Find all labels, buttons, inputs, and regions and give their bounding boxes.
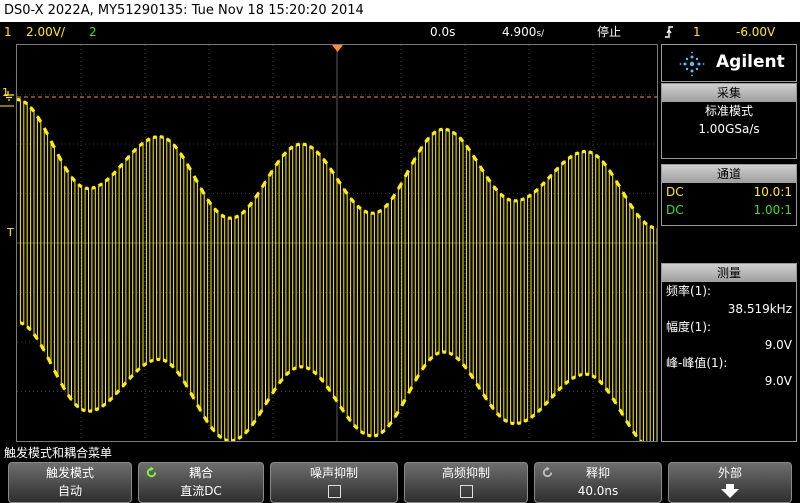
channels-header: 通道 <box>662 165 796 183</box>
brand-name: Agilent <box>716 52 785 72</box>
external-softkey[interactable]: 外部 <box>668 462 792 503</box>
time-scale-value: 4.900 <box>502 25 537 39</box>
hf-reject-label: 高频抑制 <box>441 466 490 480</box>
trigger-mode-value: 自动 <box>57 484 82 498</box>
waveform-canvas <box>17 45 657 441</box>
hf-reject-softkey[interactable]: 高频抑制 <box>404 462 528 503</box>
trigger-edge-icon <box>664 22 674 45</box>
rotate-knob-icon <box>542 466 553 478</box>
ch1-coupling: DC <box>666 185 684 199</box>
title-text: DS0-X 2022A, MY51290135: Tue Nov 18 15:2… <box>4 3 364 18</box>
ch2-number[interactable]: 2 <box>89 22 97 42</box>
amp-value: 9.0V <box>764 338 792 352</box>
trigger-channel: 1 <box>693 25 701 39</box>
ch1-scale[interactable]: 2.00V/ <box>26 22 65 42</box>
brand-box: Agilent <box>661 44 797 82</box>
pkpk-label: 峰-峰值(1): <box>666 356 728 370</box>
measure-box[interactable]: 测量 频率(1): 38.519kHz 幅度(1): 9.0V 峰-峰值(1):… <box>661 263 797 442</box>
time-delay[interactable]: 0.0s <box>430 22 455 42</box>
sample-rate: 1.00GSa/s <box>698 122 760 136</box>
title-bar: DS0-X 2022A, MY51290135: Tue Nov 18 15:2… <box>0 0 800 22</box>
pkpk-value: 9.0V <box>764 374 792 388</box>
coupling-softkey[interactable]: 耦合 直流DC <box>138 462 264 503</box>
ch2-channel-row: DC 1.00:1 <box>662 201 796 219</box>
run-state[interactable]: 停止 <box>597 22 621 42</box>
trigger-level[interactable]: -6.00V <box>736 22 775 42</box>
coupling-value: 直流DC <box>180 484 222 498</box>
rotate-knob-icon <box>146 466 157 478</box>
acquire-header: 采集 <box>662 84 796 102</box>
arrow-down-icon <box>721 484 739 498</box>
hf-reject-checkbox[interactable] <box>459 485 473 498</box>
channels-box[interactable]: 通道 DC 10.0:1 DC 1.00:1 <box>661 164 797 226</box>
acquire-mode: 标准模式 <box>704 104 753 118</box>
time-scale[interactable]: 4.900s/ <box>502 22 544 44</box>
ch1-channel-row: DC 10.0:1 <box>662 183 796 201</box>
ch2-coupling: DC <box>666 203 684 217</box>
holdoff-value: 40.0ns <box>577 484 619 498</box>
external-label: 外部 <box>717 466 742 480</box>
holdoff-softkey[interactable]: 释抑 40.0ns <box>534 462 662 503</box>
trigger-level-marker[interactable]: T <box>7 226 14 239</box>
measure-header: 测量 <box>662 264 796 282</box>
noise-reject-checkbox[interactable] <box>327 485 341 498</box>
time-scale-unit: s/ <box>536 29 545 39</box>
agilent-spark-icon <box>679 51 705 77</box>
amp-label: 幅度(1): <box>666 320 712 334</box>
status-bar: 1 2.00V/ 2 0.0s 4.900s/ 停止 1 -6.00V <box>0 22 800 42</box>
noise-reject-softkey[interactable]: 噪声抑制 <box>270 462 398 503</box>
ch1-number[interactable]: 1 <box>4 22 12 42</box>
waveform-display[interactable] <box>16 44 658 442</box>
acquire-box[interactable]: 采集 标准模式 1.00GSa/s <box>661 83 797 159</box>
softkey-menu-title: 触发模式和耦合菜单 <box>4 446 113 460</box>
freq-label: 频率(1): <box>666 284 712 298</box>
trigger-mode-softkey[interactable]: 触发模式 自动 <box>8 462 132 503</box>
trigger-position-marker[interactable] <box>332 45 343 52</box>
side-panel: Agilent 采集 标准模式 1.00GSa/s 通道 DC 10.0:1 D… <box>661 44 800 442</box>
softkey-bar: 触发模式 自动 耦合 直流DC 噪声抑制 高频抑制 释抑 40.0ns 外部 <box>0 462 800 503</box>
ch1-probe: 10.0:1 <box>753 185 792 199</box>
freq-value: 38.519kHz <box>727 302 792 316</box>
ch2-probe: 1.00:1 <box>753 203 792 217</box>
trigger-mode-label: 触发模式 <box>45 466 94 480</box>
noise-reject-label: 噪声抑制 <box>309 466 358 480</box>
